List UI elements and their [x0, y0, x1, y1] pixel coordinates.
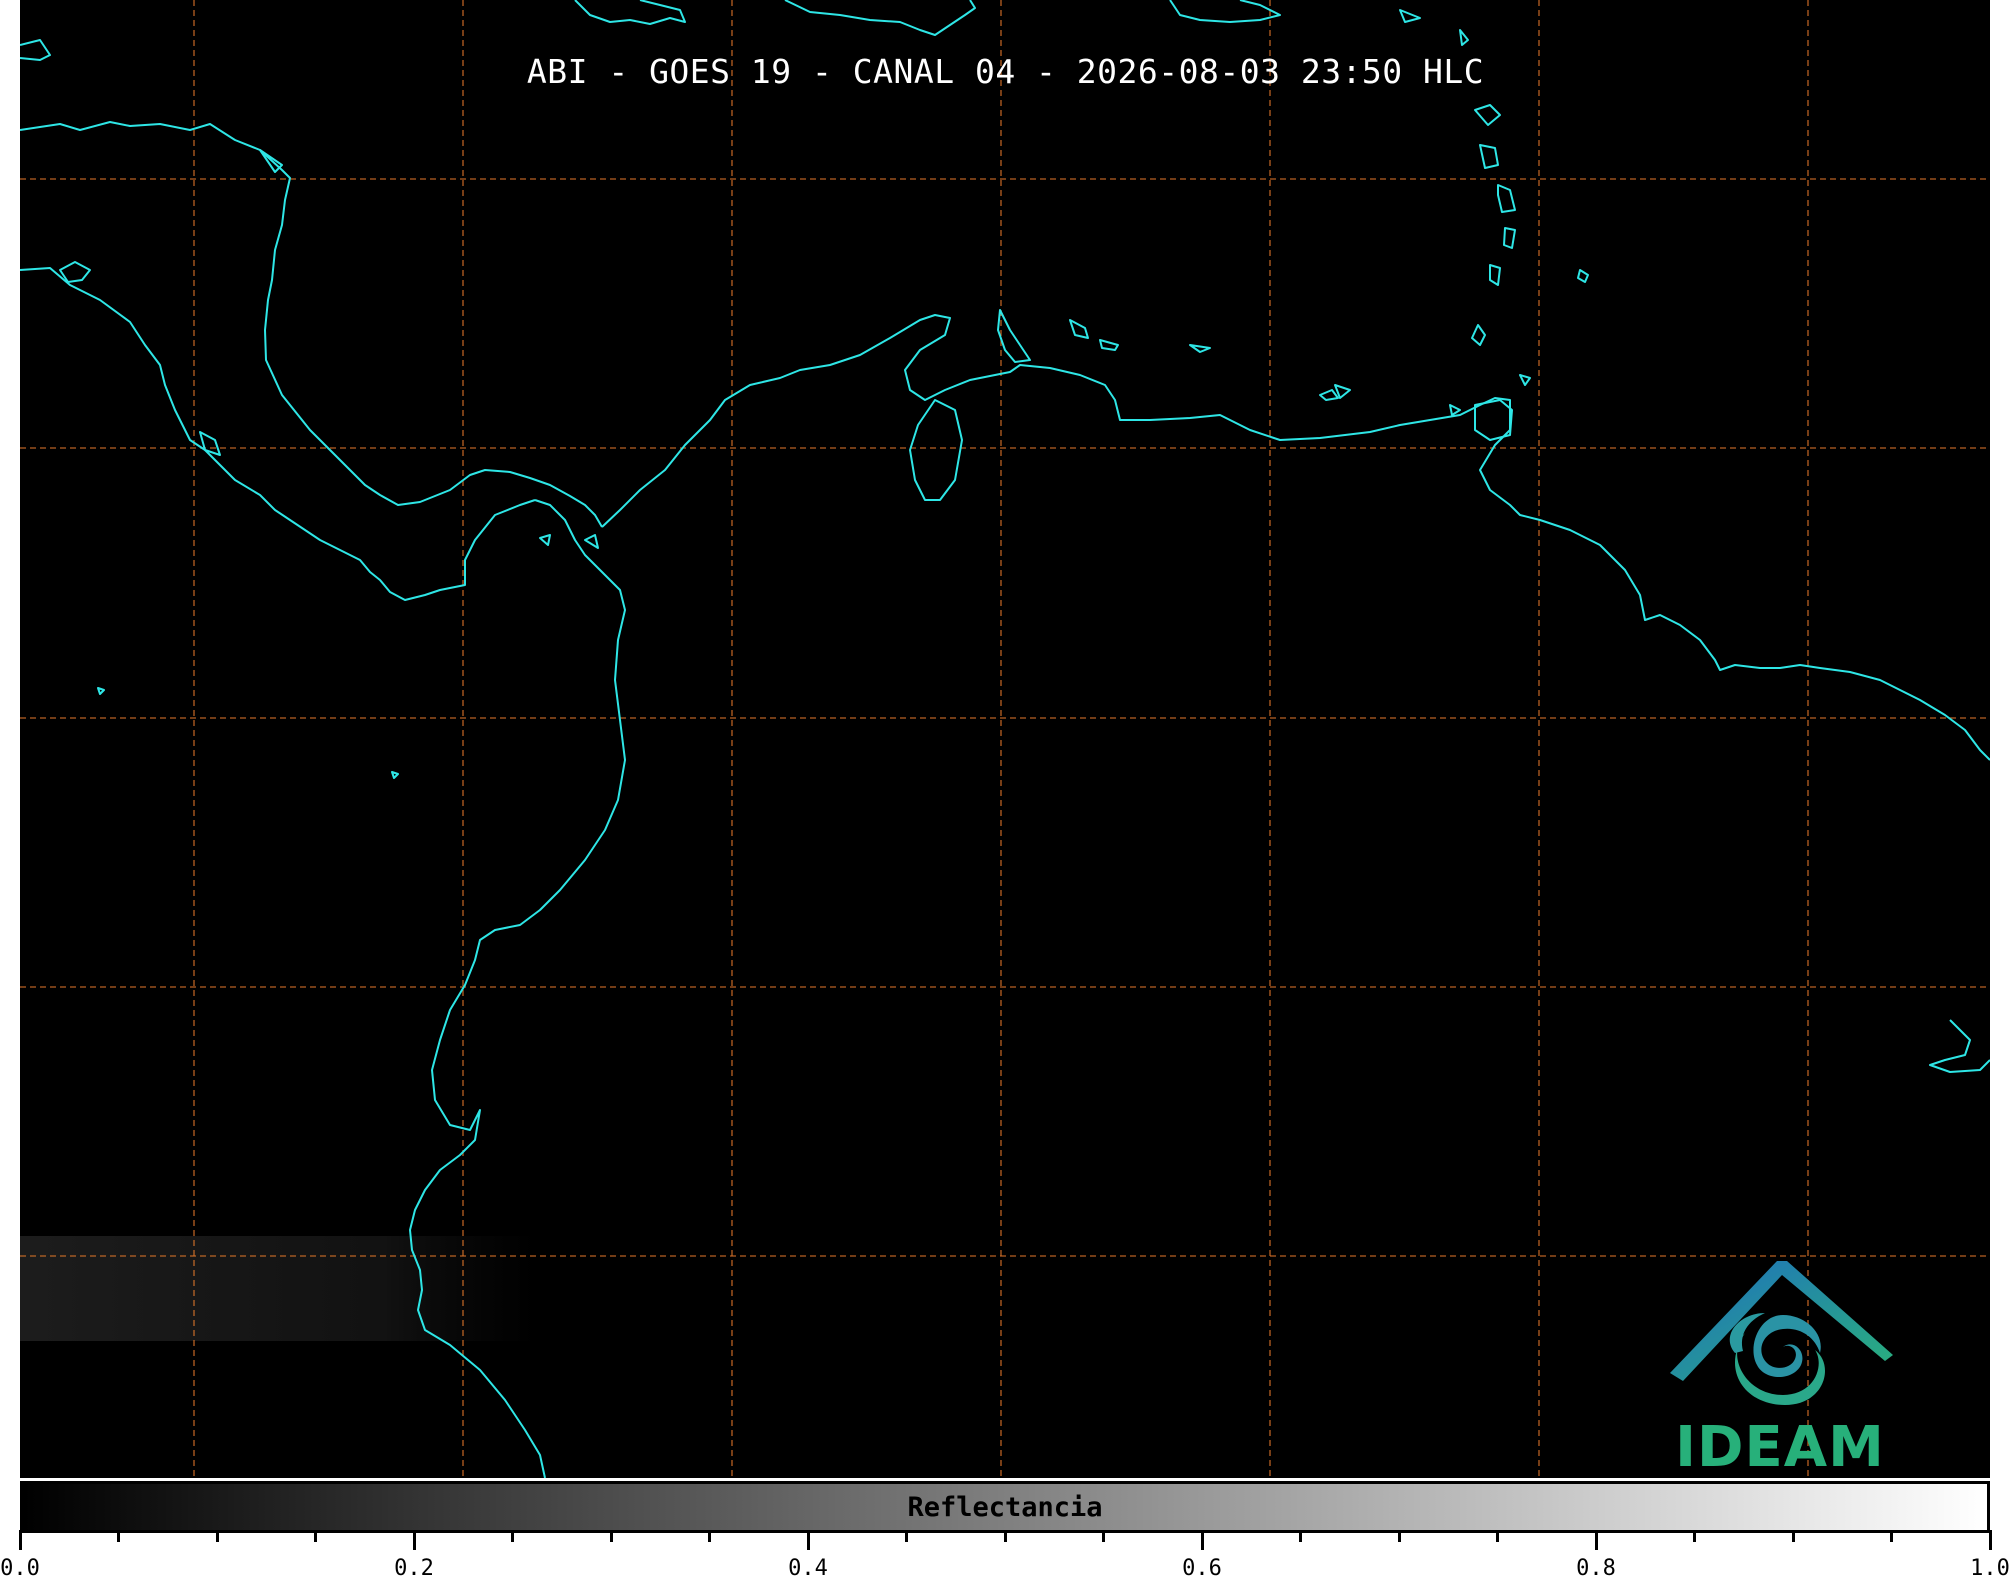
coastline-path — [1479, 144, 1499, 169]
coastline-path — [1929, 1019, 1990, 1073]
coastline-path — [1169, 0, 1281, 23]
coastline-path — [1069, 319, 1089, 339]
coastline-path — [1489, 264, 1501, 286]
colorbar-minor-tick — [609, 1530, 613, 1542]
colorbar-major-tick — [1594, 1530, 1598, 1550]
coastline-path — [1519, 374, 1531, 386]
coastline-path — [1189, 344, 1211, 353]
colorbar-minor-tick — [1102, 1530, 1105, 1542]
coastline-path — [601, 314, 1990, 761]
colorbar-tick-label: 1.0 — [1970, 1556, 2010, 1581]
colorbar-tick-label: 0.8 — [1576, 1556, 1616, 1581]
coastline-path — [1099, 339, 1119, 351]
coastline-path — [1319, 389, 1339, 401]
colorbar: Reflectancia — [20, 1481, 1990, 1533]
coastline-path — [1474, 104, 1501, 126]
colorbar-minor-tick — [314, 1530, 317, 1542]
colorbar-label: Reflectancia — [907, 1491, 1103, 1523]
colorbar-minor-tick — [511, 1530, 514, 1542]
map-title: ABI - GOES 19 - CANAL 04 - 2026-08-03 23… — [526, 52, 1485, 91]
coastline-path — [909, 399, 963, 501]
coastline-path — [1503, 227, 1516, 249]
colorbar-ticks: 0.0 0.2 0.4 0.6 0.8 1.0 — [0, 1530, 2011, 1581]
colorbar-major-tick — [1988, 1530, 1992, 1550]
colorbar-minor-tick — [1496, 1530, 1499, 1542]
coastline-path — [59, 261, 91, 283]
colorbar-tick-label: 0.4 — [788, 1556, 828, 1581]
colorbar-major-tick — [1200, 1530, 1204, 1550]
coastline-path — [574, 0, 686, 25]
coastline-path — [1449, 404, 1461, 416]
coastline-path — [199, 431, 221, 456]
colorbar-minor-tick — [708, 1530, 711, 1542]
colorbar-minor-tick — [215, 1530, 219, 1542]
ideam-logo: IDEAM — [1665, 1255, 1895, 1480]
coastline-path — [20, 267, 536, 601]
colorbar-minor-tick — [1791, 1530, 1795, 1542]
colorbar-major-tick — [18, 1530, 22, 1550]
coastline-path — [997, 309, 1031, 363]
colorbar-minor-tick — [1890, 1530, 1893, 1542]
coastline-path — [1459, 29, 1469, 46]
colorbar-minor-tick — [1299, 1530, 1302, 1542]
colorbar-minor-tick — [905, 1530, 908, 1542]
cloud-band — [20, 1236, 540, 1341]
coastline-path — [391, 771, 399, 779]
colorbar-major-tick — [412, 1530, 416, 1550]
coastline-path — [539, 534, 551, 546]
coastline-path — [1399, 9, 1421, 23]
colorbar-tick-label: 0.0 — [0, 1556, 40, 1581]
colorbar-minor-tick — [1693, 1530, 1696, 1542]
coastline-path — [1577, 269, 1589, 283]
colorbar-minor-tick — [117, 1530, 120, 1542]
colorbar-major-tick — [806, 1530, 810, 1550]
colorbar-tick-label: 0.2 — [394, 1556, 434, 1581]
colorbar-minor-tick — [1003, 1530, 1007, 1542]
ideam-emblem-icon — [1670, 1261, 1893, 1405]
coastline-path — [97, 687, 105, 695]
coastline-path — [1471, 324, 1486, 346]
coastline-path — [20, 121, 603, 528]
logo-text: IDEAM — [1675, 1415, 1885, 1480]
coastline-path — [1497, 184, 1516, 213]
colorbar-minor-tick — [1397, 1530, 1401, 1542]
colorbar-tick-label: 0.6 — [1182, 1556, 1222, 1581]
coastline-path — [584, 534, 599, 549]
coastline-path — [784, 0, 976, 36]
